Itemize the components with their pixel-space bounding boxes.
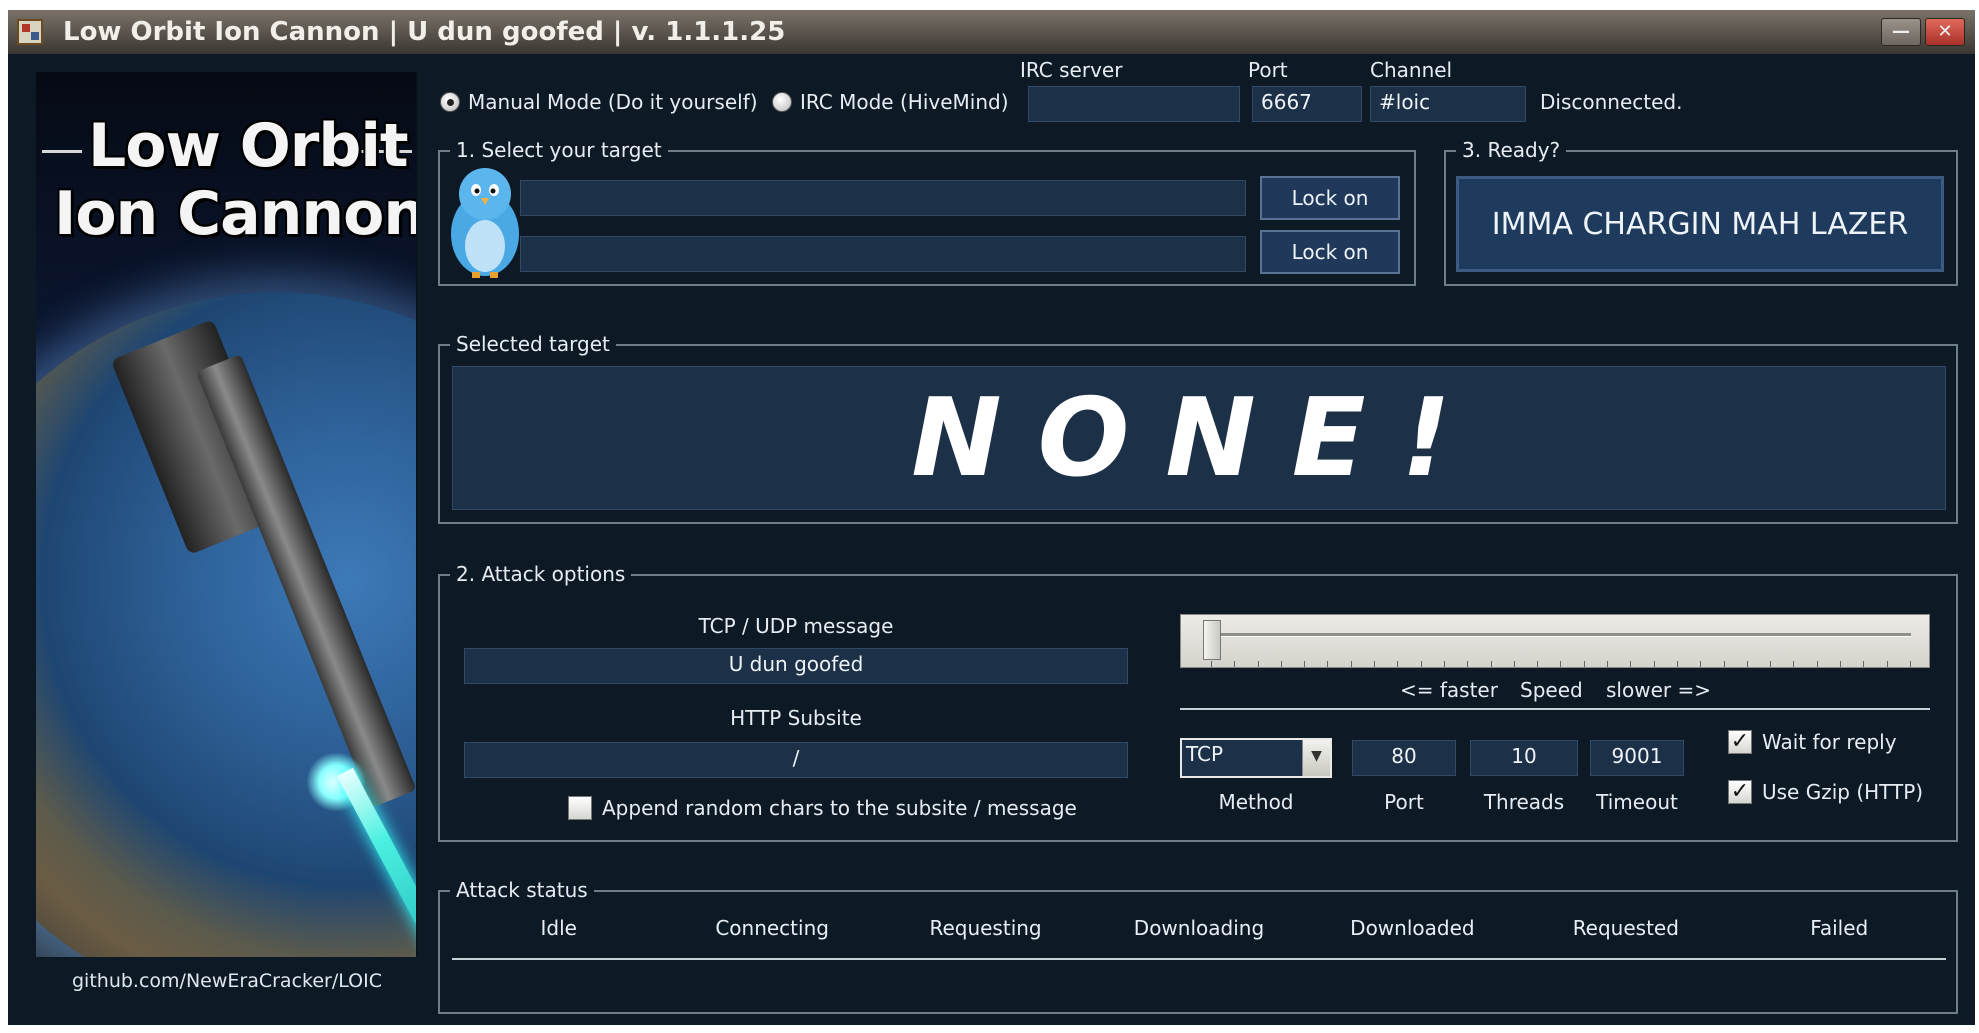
manual-mode-radio[interactable]: Manual Mode (Do it yourself) [440, 90, 758, 114]
attack-options-group: 2. Attack options TCP / UDP message U du… [438, 562, 1958, 842]
status-col-idle: Idle [540, 916, 577, 940]
target-url-input[interactable] [520, 180, 1246, 216]
status-col-connecting: Connecting [715, 916, 829, 940]
loic-app-icon [17, 19, 43, 45]
http-subsite-input[interactable]: / [464, 742, 1128, 778]
irc-port-label: Port [1248, 58, 1288, 82]
checkmark-icon: ✓ [1728, 730, 1752, 754]
speed-faster-label: <= faster [1400, 678, 1498, 702]
manual-mode-label: Manual Mode (Do it yourself) [468, 90, 758, 114]
irc-channel-input[interactable]: #loic [1370, 86, 1526, 122]
window-title: Low Orbit Ion Cannon | U dun goofed | v.… [63, 17, 786, 47]
chevron-down-icon[interactable]: ▼ [1302, 740, 1330, 776]
threads-label: Threads [1483, 790, 1565, 814]
speed-slider[interactable] [1180, 614, 1930, 668]
attack-options-title: 2. Attack options [450, 562, 632, 586]
ready-group: 3. Ready? IMMA CHARGIN MAH LAZER [1444, 138, 1958, 286]
status-col-requesting: Requesting [929, 916, 1042, 940]
attack-status-group: Attack status Idle Connecting Requesting… [438, 878, 1958, 1014]
select-target-title: 1. Select your target [450, 138, 668, 162]
ready-title: 3. Ready? [1456, 138, 1567, 162]
selected-target-group: Selected target NONE! [438, 332, 1958, 524]
irc-status-text: Disconnected. [1540, 90, 1683, 114]
use-gzip-checkbox[interactable]: ✓ Use Gzip (HTTP) [1728, 780, 1923, 804]
loic-window: Low Orbit Ion Cannon | U dun goofed | v.… [8, 10, 1975, 1025]
wait-for-reply-label: Wait for reply [1762, 730, 1897, 754]
twitter-bird-icon [451, 168, 519, 278]
timeout-label: Timeout [1596, 790, 1678, 814]
tcp-udp-label: TCP / UDP message [698, 614, 894, 638]
irc-port-input[interactable]: 6667 [1252, 86, 1362, 122]
tcp-udp-message-input[interactable]: U dun goofed [464, 648, 1128, 684]
status-col-requested: Requested [1572, 916, 1679, 940]
target-ip-input[interactable] [520, 236, 1246, 272]
lock-on-ip-button[interactable]: Lock on [1260, 230, 1400, 274]
use-gzip-label: Use Gzip (HTTP) [1762, 780, 1924, 804]
timeout-input[interactable]: 9001 [1590, 740, 1684, 776]
selected-target-display: NONE! [452, 366, 1946, 510]
logo-text: Low Orbit Ion Cannon [48, 111, 418, 249]
selected-target-value: NONE! [911, 375, 1487, 501]
attack-port-label: Port [1384, 790, 1424, 814]
wait-for-reply-checkbox[interactable]: ✓ Wait for reply [1728, 730, 1897, 754]
github-link[interactable]: github.com/NewEraCracker/LOIC [36, 970, 418, 992]
http-subsite-label: HTTP Subsite [730, 706, 862, 730]
status-divider [452, 958, 1946, 960]
lock-on-url-button[interactable]: Lock on [1260, 176, 1400, 220]
speed-slower-label: slower => [1606, 678, 1711, 702]
attack-port-input[interactable]: 80 [1352, 740, 1456, 776]
loic-logo-image: Low Orbit Ion Cannon [36, 72, 418, 957]
radio-selected-icon [440, 92, 460, 112]
checkbox-unchecked-icon [568, 796, 592, 820]
irc-mode-label: IRC Mode (HiveMind) [800, 90, 1009, 114]
logo-line-1: Low Orbit [88, 111, 409, 181]
logo-line-2: Ion Cannon [54, 179, 418, 249]
status-col-failed: Failed [1810, 916, 1869, 940]
status-col-downloaded: Downloaded [1350, 916, 1475, 940]
speed-label: Speed [1520, 678, 1583, 702]
slider-track [1211, 633, 1911, 637]
selected-target-title: Selected target [450, 332, 616, 356]
window-controls: — ✕ [1881, 18, 1965, 46]
method-value: TCP [1186, 742, 1224, 766]
status-header-row: Idle Connecting Requesting Downloading D… [452, 916, 1946, 940]
slider-ticks [1211, 661, 1911, 667]
fire-button[interactable]: IMMA CHARGIN MAH LAZER [1456, 176, 1944, 272]
irc-server-input[interactable] [1028, 86, 1240, 122]
irc-mode-radio[interactable]: IRC Mode (HiveMind) [772, 90, 1009, 114]
append-random-label: Append random chars to the subsite / mes… [602, 796, 1077, 820]
irc-channel-label: Channel [1370, 58, 1453, 82]
threads-input[interactable]: 10 [1470, 740, 1578, 776]
radio-unselected-icon [772, 92, 792, 112]
method-label: Method [1218, 790, 1294, 814]
speed-divider [1180, 708, 1930, 710]
minimize-button[interactable]: — [1881, 18, 1921, 46]
method-select[interactable]: TCP ▼ [1180, 738, 1332, 778]
title-bar: Low Orbit Ion Cannon | U dun goofed | v.… [8, 10, 1975, 54]
attack-status-title: Attack status [450, 878, 594, 902]
checkmark-icon: ✓ [1728, 780, 1752, 804]
status-col-downloading: Downloading [1133, 916, 1265, 940]
append-random-checkbox[interactable]: Append random chars to the subsite / mes… [568, 796, 1077, 820]
irc-server-label: IRC server [1020, 58, 1123, 82]
select-target-group: 1. Select your target Lock on Lock on [438, 138, 1416, 286]
close-button[interactable]: ✕ [1925, 18, 1965, 46]
slider-thumb[interactable] [1203, 620, 1221, 660]
